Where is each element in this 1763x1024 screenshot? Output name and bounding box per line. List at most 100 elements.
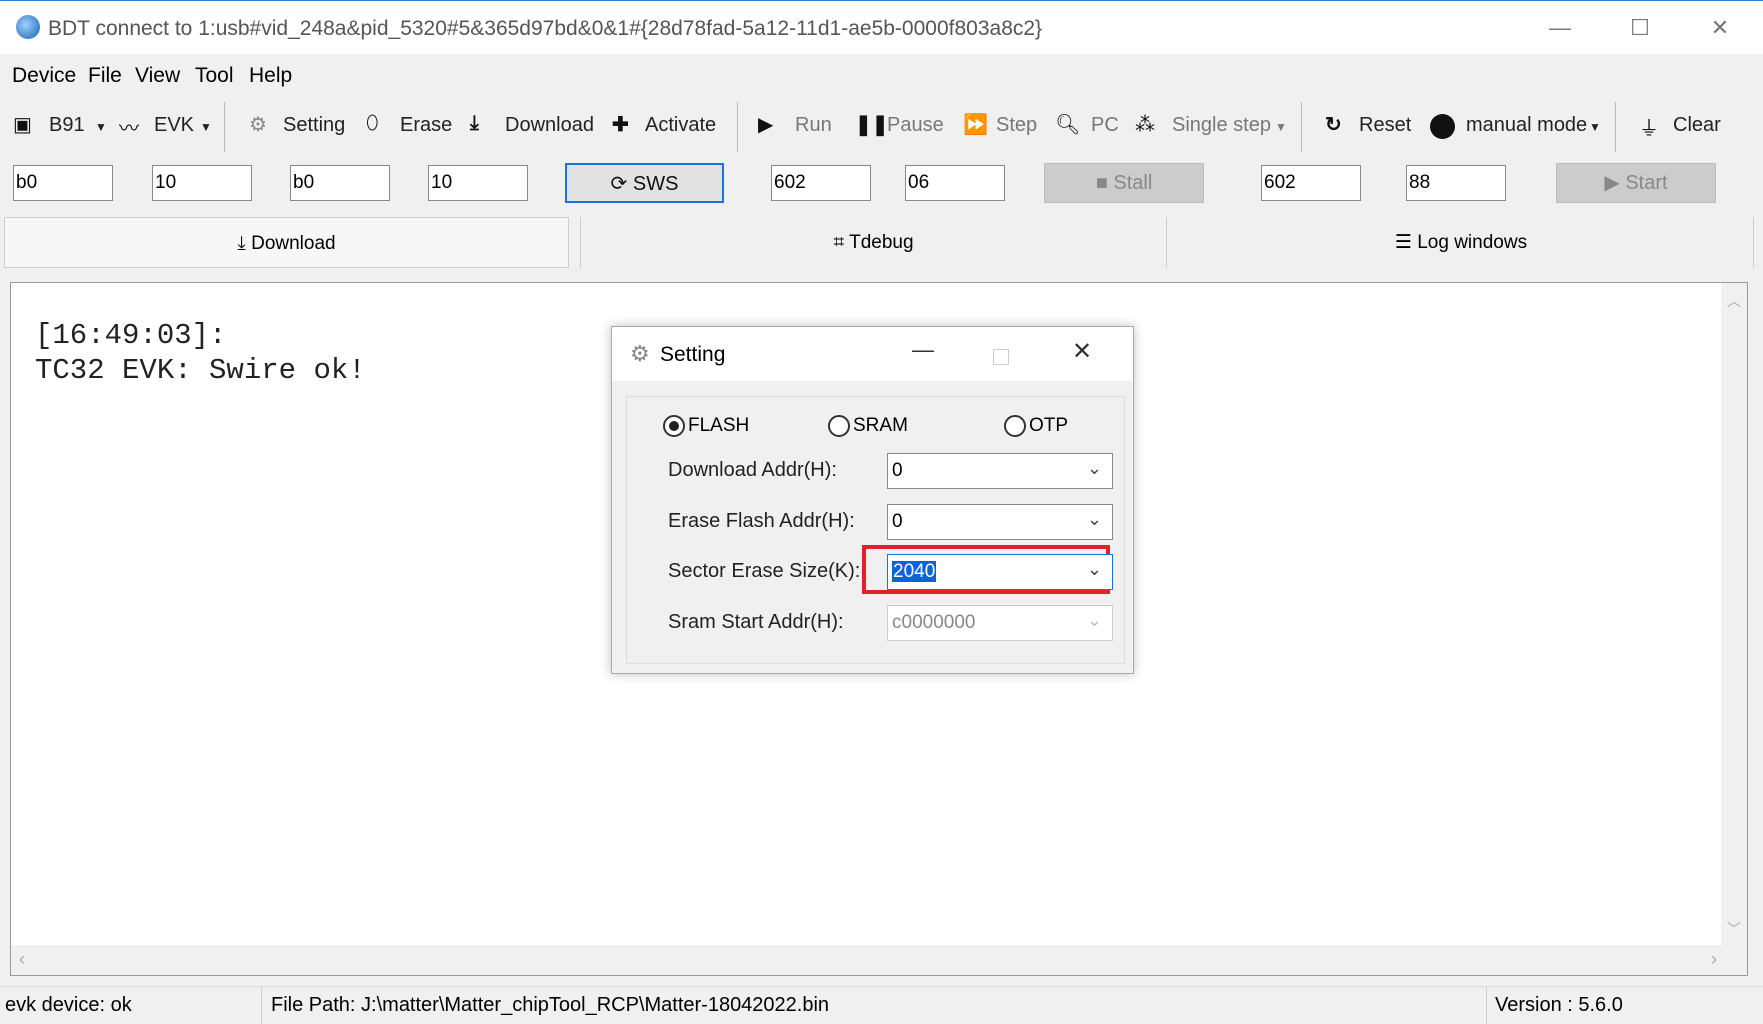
reset-icon: ↻ <box>1325 114 1342 136</box>
toolbar-divider <box>1301 102 1302 152</box>
sws-button[interactable]: ⟳ SWS <box>565 163 724 203</box>
eraser-icon: ⬯ <box>366 112 379 134</box>
window-title: BDT connect to 1:usb#vid_248a&pid_5320#5… <box>48 17 1043 40</box>
param-input-8[interactable]: 88 <box>1406 165 1506 201</box>
menu-help[interactable]: Help <box>249 64 292 88</box>
file-path: File Path: J:\matter\Matter_chipTool_RCP… <box>271 994 830 1016</box>
start-button[interactable]: ▶ Start <box>1556 163 1716 203</box>
param-input-5[interactable]: 602 <box>771 165 871 201</box>
setting-dialog: ⚙ Setting — ✕ FLASH SRAM OTP Download Ad… <box>611 326 1134 674</box>
step-button[interactable]: Step <box>996 114 1037 137</box>
activate-button[interactable]: Activate <box>645 114 716 137</box>
gears-icon: ⚙ <box>630 341 650 366</box>
download-addr-label: Download Addr(H): <box>668 459 837 481</box>
dialog-title-bar: ⚙ Setting — ✕ <box>612 327 1133 381</box>
tab-label: Log windows <box>1417 232 1528 253</box>
status-bar: evk device: ok File Path: J:\matter\Matt… <box>0 986 1763 1024</box>
tab-download[interactable]: ⤓ Download <box>4 217 569 268</box>
toolbar-divider <box>224 102 225 152</box>
start-label: Start <box>1625 172 1668 194</box>
waveform-icon: 〰 <box>119 118 139 140</box>
run-button[interactable]: Run <box>795 114 832 137</box>
stall-label: Stall <box>1113 172 1153 194</box>
sector-erase-size-combo[interactable]: 2040 ⌄ <box>887 554 1113 590</box>
gear-icon: ⚙ <box>249 114 267 136</box>
stop-icon: ■ <box>1095 172 1114 194</box>
sram-start-addr-combo: c0000000 ⌄ <box>887 605 1113 641</box>
sws-label: SWS <box>632 173 679 195</box>
footsteps-icon: ⁂ <box>1135 114 1155 136</box>
board-select[interactable]: EVK <box>154 114 194 137</box>
search-icon: 🔍︎ <box>1055 114 1081 136</box>
download-icon: ⤓ <box>470 112 479 134</box>
setting-button[interactable]: Setting <box>283 114 345 137</box>
dialog-maximize-button <box>993 349 1009 365</box>
plus-icon: ✚ <box>612 114 629 136</box>
radio-sram[interactable]: SRAM <box>828 415 908 437</box>
tab-label: Download <box>251 233 336 254</box>
tab-log-windows[interactable]: ☰ Log windows <box>1169 217 1754 268</box>
param-input-6[interactable]: 06 <box>905 165 1005 201</box>
app-icon <box>16 15 40 39</box>
chevron-down-icon[interactable]: ⌄ <box>1087 509 1102 530</box>
pause-button[interactable]: Pause <box>887 114 944 137</box>
maximize-button[interactable]: ☐ <box>1620 11 1660 45</box>
sector-erase-size-label: Sector Erase Size(K): <box>668 560 861 582</box>
radio-flash[interactable]: FLASH <box>663 415 749 437</box>
stall-button[interactable]: ■ Stall <box>1044 163 1204 203</box>
dialog-title: Setting <box>660 343 726 366</box>
horizontal-scrollbar[interactable]: ‹ › <box>11 945 1747 975</box>
menu-bar: Device File View Tool Help <box>0 60 1763 92</box>
combo-value: 2040 <box>892 561 937 582</box>
minimize-button[interactable]: — <box>1540 11 1580 45</box>
menu-tool[interactable]: Tool <box>195 64 234 88</box>
erase-flash-addr-label: Erase Flash Addr(H): <box>668 510 855 532</box>
pc-button[interactable]: PC <box>1091 114 1119 137</box>
close-button[interactable]: ✕ <box>1700 11 1740 45</box>
combo-value: 0 <box>892 511 903 532</box>
chevron-down-icon[interactable]: ⌄ <box>1087 559 1102 580</box>
param-input-2[interactable]: 10 <box>152 165 252 201</box>
play-icon: ▶ <box>1604 172 1626 194</box>
broom-icon: ⏚ <box>1639 118 1659 140</box>
menu-view[interactable]: View <box>135 64 180 88</box>
menu-device[interactable]: Device <box>12 64 76 88</box>
param-input-7[interactable]: 602 <box>1261 165 1361 201</box>
download-addr-combo[interactable]: 0 ⌄ <box>887 453 1113 489</box>
chip-icon: ▣ <box>13 114 32 136</box>
toolbar-divider <box>1615 102 1616 152</box>
radio-label: OTP <box>1029 415 1069 436</box>
chip-select[interactable]: B91 <box>49 114 85 137</box>
radio-indicator <box>1004 415 1026 437</box>
single-step-button[interactable]: Single step <box>1172 114 1271 137</box>
tab-tdebug[interactable]: ⌗ Tdebug <box>580 217 1167 268</box>
toolbar-divider <box>737 102 738 152</box>
radio-otp[interactable]: OTP <box>1004 415 1068 437</box>
erase-flash-addr-combo[interactable]: 0 ⌄ <box>887 504 1113 540</box>
menu-file[interactable]: File <box>88 64 122 88</box>
dialog-minimize-button[interactable]: — <box>912 337 934 363</box>
download-button[interactable]: Download <box>505 114 594 137</box>
mode-select[interactable]: manual mode <box>1466 114 1587 137</box>
chevron-down-icon[interactable]: ⌄ <box>1087 458 1102 479</box>
title-bar: BDT connect to 1:usb#vid_248a&pid_5320#5… <box>0 0 1763 54</box>
param-input-3[interactable]: b0 <box>290 165 390 201</box>
radio-label: SRAM <box>853 415 908 436</box>
chevron-down-icon[interactable]: ▼ <box>200 120 212 134</box>
chevron-down-icon[interactable]: ▼ <box>95 120 107 134</box>
param-input-4[interactable]: 10 <box>428 165 528 201</box>
tab-label: Tdebug <box>849 232 914 253</box>
clear-button[interactable]: Clear <box>1673 114 1721 137</box>
chevron-down-icon[interactable]: ▼ <box>1589 120 1601 134</box>
log-line: [16:49:03]: <box>35 319 227 352</box>
combo-value: 0 <box>892 460 903 481</box>
vertical-scrollbar[interactable]: ︿ ﹀ <box>1721 283 1747 945</box>
refresh-icon: ⟳ <box>610 173 633 195</box>
dialog-close-button[interactable]: ✕ <box>1072 337 1092 366</box>
status-divider <box>1486 987 1487 1024</box>
reset-button[interactable]: Reset <box>1359 114 1411 137</box>
erase-button[interactable]: Erase <box>400 114 452 137</box>
mode-icon <box>1430 114 1455 139</box>
chevron-down-icon[interactable]: ▼ <box>1275 120 1287 134</box>
param-input-1[interactable]: b0 <box>13 165 113 201</box>
